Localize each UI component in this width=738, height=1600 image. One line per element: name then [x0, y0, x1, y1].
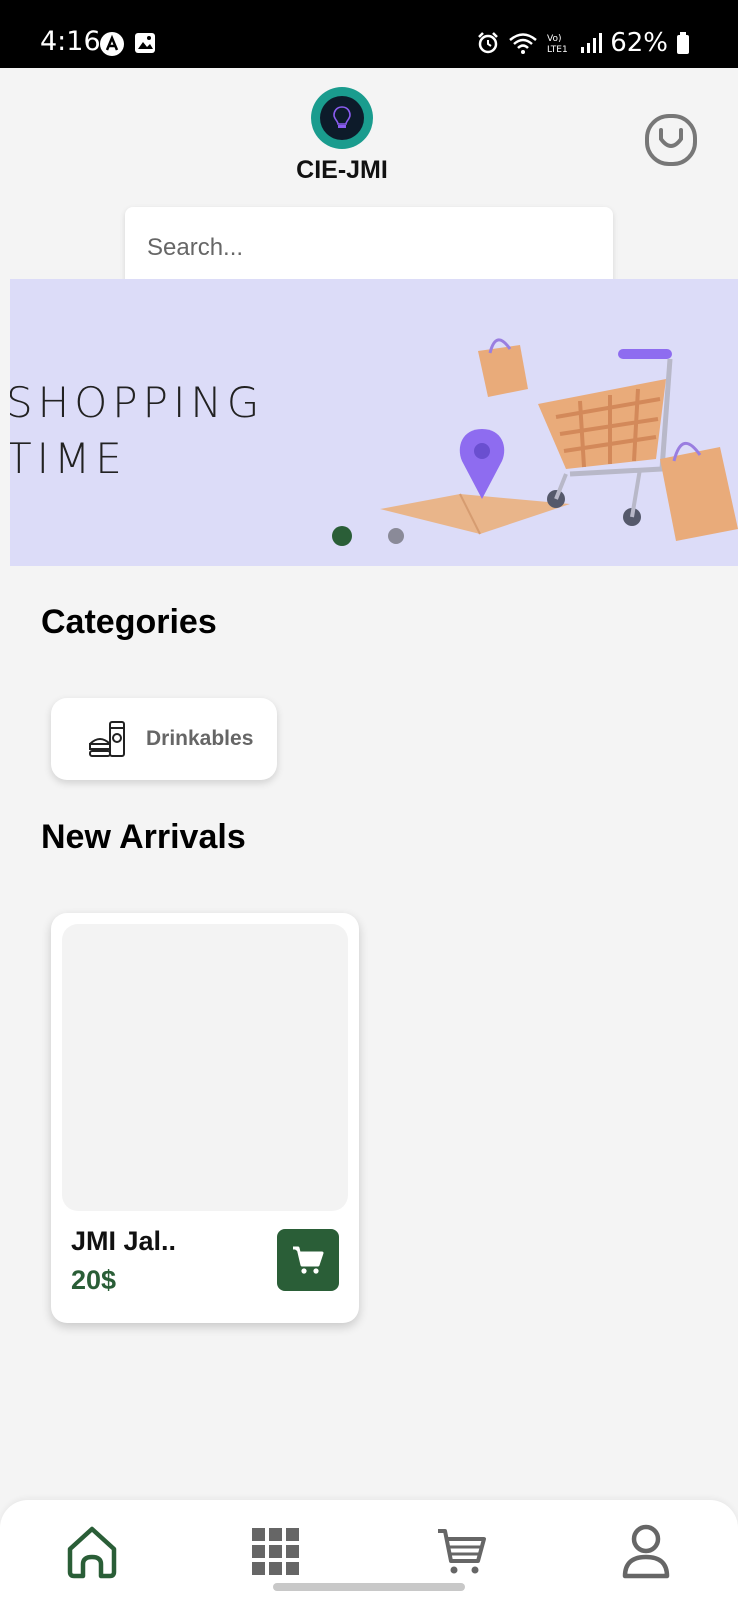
map-illustration	[380, 494, 570, 534]
battery-percent: 62%	[610, 28, 668, 58]
profile-avatar-icon[interactable]	[644, 113, 698, 167]
carousel-dot-active[interactable]	[332, 526, 352, 546]
brand-name: CIE-JMI	[296, 156, 388, 184]
category-label: Drinkables	[146, 727, 254, 750]
categories-title: Categories	[41, 603, 217, 641]
gesture-bar	[273, 1583, 465, 1591]
category-chip-drinkables[interactable]: Drinkables	[51, 698, 277, 780]
svg-text:Vo): Vo)	[547, 34, 561, 44]
signal-icon	[581, 33, 603, 53]
volte-icon: Vo) LTE1	[547, 34, 568, 55]
shopping-cart-illustration	[380, 338, 738, 541]
product-card[interactable]: JMI Jal.. 20$	[51, 913, 359, 1323]
nav-cart[interactable]	[432, 1522, 492, 1582]
bottom-navigation	[0, 1500, 738, 1600]
logo-inner	[320, 96, 364, 140]
food-drink-icon	[89, 721, 125, 757]
status-bar: 4:16 Vo) LTE1 62%	[0, 0, 738, 68]
cart-icon	[293, 1246, 324, 1274]
add-to-cart-button[interactable]	[277, 1229, 339, 1291]
product-image[interactable]	[62, 924, 348, 1211]
status-indicators: Vo) LTE1 62%	[476, 28, 690, 58]
banner-line-1: SHOPPING	[10, 378, 265, 427]
cart-illustration	[538, 349, 673, 526]
svg-text:LTE1: LTE1	[547, 45, 568, 55]
home-icon	[67, 1526, 117, 1579]
cart-icon	[438, 1529, 486, 1574]
product-price: 20$	[71, 1265, 117, 1295]
shopping-bag-illustration	[478, 338, 528, 397]
user-icon	[622, 1524, 670, 1579]
banner-line-2: TIME	[10, 434, 127, 483]
search-bar[interactable]	[125, 207, 613, 289]
carousel-dot[interactable]	[388, 528, 404, 544]
nav-home[interactable]	[62, 1522, 122, 1582]
lightbulb-icon	[333, 106, 351, 128]
grid-icon	[252, 1528, 299, 1575]
new-arrivals-title: New Arrivals	[41, 818, 246, 856]
wifi-icon	[509, 33, 538, 54]
search-input[interactable]	[125, 207, 613, 289]
shopping-bag-illustration	[660, 442, 738, 541]
battery-icon	[677, 32, 689, 54]
banner-headline: SHOPPING TIME	[10, 375, 264, 487]
gallery-icon	[135, 33, 155, 53]
promo-banner[interactable]: SHOPPING TIME	[10, 279, 738, 566]
brand-logo	[311, 87, 373, 149]
nav-categories[interactable]	[246, 1522, 306, 1582]
nav-profile[interactable]	[616, 1522, 676, 1582]
status-time: 4:16	[40, 26, 101, 57]
alarm-icon	[478, 32, 499, 54]
location-pin-illustration	[459, 429, 505, 499]
navigation-app-icon	[100, 32, 124, 56]
product-name: JMI Jal..	[71, 1226, 177, 1256]
